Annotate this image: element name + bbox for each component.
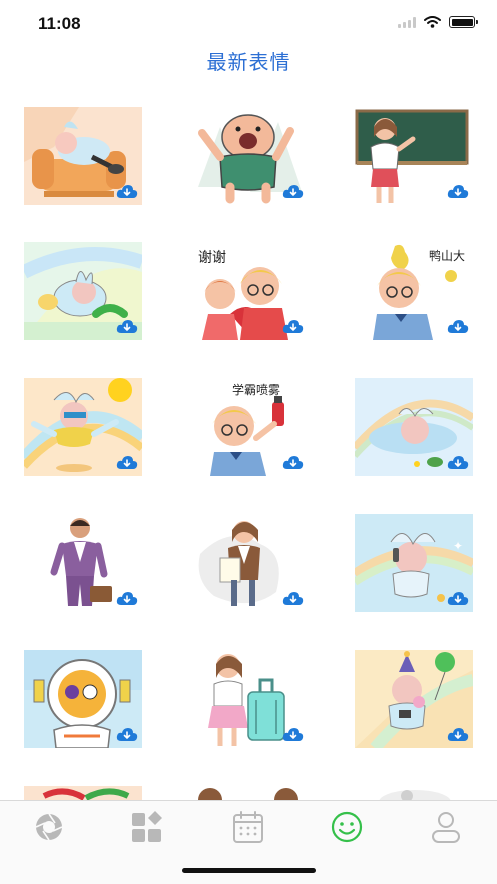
sticker-tile[interactable] bbox=[24, 650, 142, 748]
profile-person-icon bbox=[432, 812, 460, 843]
sticker-tile[interactable] bbox=[190, 514, 308, 612]
sticker-caption: 学霸喷雾 bbox=[232, 382, 280, 397]
status-time: 11:08 bbox=[38, 14, 81, 33]
sticker-tile[interactable]: 谢谢 bbox=[190, 242, 308, 340]
download-cloud-icon[interactable] bbox=[447, 455, 469, 470]
sticker-tile[interactable]: 学霸喷雾 bbox=[190, 378, 308, 476]
sticker-tile[interactable] bbox=[190, 650, 308, 748]
cellular-signal-icon bbox=[398, 16, 416, 28]
smiley-face-icon bbox=[331, 811, 363, 843]
categories-grid-icon bbox=[132, 811, 162, 842]
sticker-tile[interactable] bbox=[355, 650, 473, 748]
page-title: 最新表情 bbox=[206, 50, 291, 74]
sticker-tile[interactable] bbox=[355, 786, 473, 800]
status-icons bbox=[398, 16, 478, 28]
sticker-tile[interactable] bbox=[190, 786, 308, 800]
sticker-tile[interactable] bbox=[355, 378, 473, 476]
sticker-tile[interactable] bbox=[24, 378, 142, 476]
sticker-caption: 鸭山大 bbox=[429, 249, 465, 263]
sticker-tile[interactable]: 鸭山大 bbox=[355, 242, 473, 340]
tab-calendar[interactable] bbox=[228, 809, 268, 845]
tab-categories[interactable] bbox=[128, 809, 168, 845]
sticker-tile[interactable] bbox=[24, 786, 142, 800]
download-cloud-icon[interactable] bbox=[116, 591, 138, 606]
tab-stickers[interactable] bbox=[327, 809, 367, 845]
status-bar: 11:08 bbox=[0, 0, 497, 48]
sticker-tile[interactable]: ✦ bbox=[355, 514, 473, 612]
download-cloud-icon[interactable] bbox=[116, 184, 138, 199]
download-cloud-icon[interactable] bbox=[116, 727, 138, 742]
sticker-caption: 谢谢 bbox=[198, 250, 226, 266]
camera-aperture-icon bbox=[35, 813, 63, 841]
download-cloud-icon[interactable] bbox=[447, 591, 469, 606]
home-indicator bbox=[182, 868, 316, 873]
download-cloud-icon[interactable] bbox=[447, 727, 469, 742]
battery-icon bbox=[449, 16, 478, 28]
tab-profile[interactable] bbox=[426, 809, 466, 845]
download-cloud-icon[interactable] bbox=[282, 455, 304, 470]
sticker-tile[interactable] bbox=[24, 107, 142, 205]
sticker-tile[interactable] bbox=[24, 514, 142, 612]
sticker-grid[interactable]: 谢谢 鸭山大 学霸喷雾 ✦ bbox=[0, 100, 497, 800]
download-cloud-icon[interactable] bbox=[116, 455, 138, 470]
download-cloud-icon[interactable] bbox=[282, 319, 304, 334]
sticker-tile[interactable] bbox=[190, 107, 308, 205]
tab-camera[interactable] bbox=[29, 809, 69, 845]
svg-text:✦: ✦ bbox=[453, 539, 463, 553]
calendar-icon bbox=[233, 811, 263, 843]
sticker-tile[interactable] bbox=[24, 242, 142, 340]
download-cloud-icon[interactable] bbox=[282, 727, 304, 742]
wifi-icon bbox=[424, 16, 441, 28]
download-cloud-icon[interactable] bbox=[116, 319, 138, 334]
download-cloud-icon[interactable] bbox=[282, 591, 304, 606]
download-cloud-icon[interactable] bbox=[282, 184, 304, 199]
download-cloud-icon[interactable] bbox=[447, 319, 469, 334]
sticker-tile[interactable] bbox=[355, 107, 473, 205]
download-cloud-icon[interactable] bbox=[447, 184, 469, 199]
